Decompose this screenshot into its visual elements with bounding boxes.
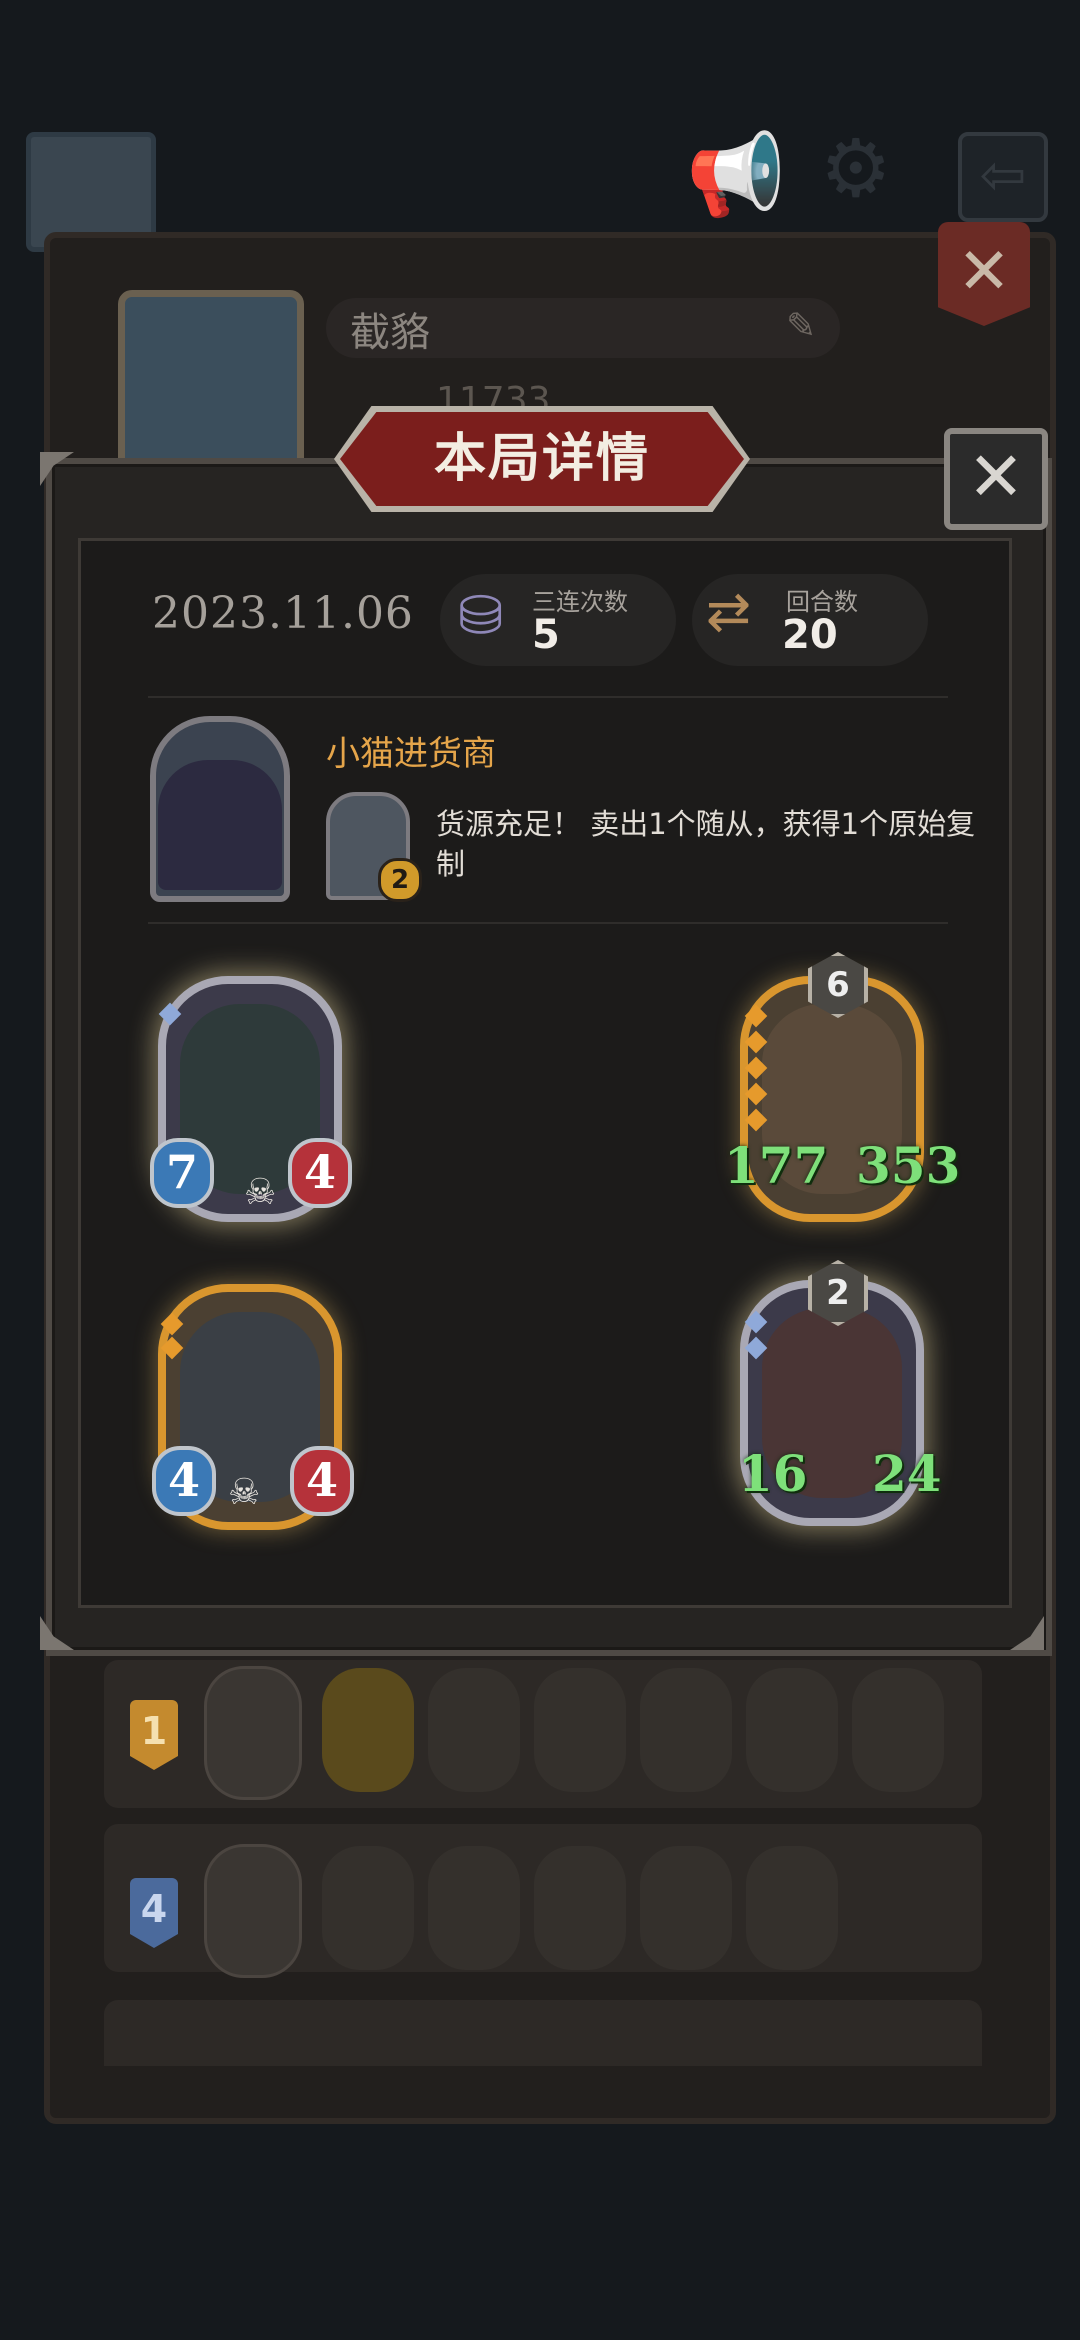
- minion-health: 4: [288, 1138, 352, 1208]
- turns-icon: ⇄: [706, 580, 752, 643]
- minion-thumb: [746, 1668, 838, 1792]
- minion-thumb: [852, 1668, 944, 1792]
- triple-icon: ⛁: [458, 584, 504, 647]
- close-profile-icon: ✕: [938, 222, 1030, 326]
- minion-health: 4: [290, 1446, 354, 1516]
- gear-icon: ⚙: [820, 122, 892, 215]
- skull-icon: ☠: [228, 1472, 261, 1513]
- triples-value: 5: [532, 612, 560, 658]
- turns-value: 20: [782, 612, 838, 658]
- hero-power-cost: 2: [378, 858, 422, 902]
- minion-thumb: [534, 1846, 626, 1970]
- divider: [148, 696, 948, 698]
- minion-thumb: [322, 1846, 414, 1970]
- minion-attack: 7: [150, 1138, 214, 1208]
- hero-portrait: [204, 1844, 302, 1978]
- skull-icon: ☠: [244, 1172, 277, 1213]
- minion-thumb: [322, 1668, 414, 1792]
- hero-portrait: [204, 1666, 302, 1800]
- minion-thumb: [534, 1668, 626, 1792]
- minion-thumb: [746, 1846, 838, 1970]
- minion-attack: 4: [152, 1446, 216, 1516]
- minion-thumb: [428, 1668, 520, 1792]
- minion-thumb: [640, 1846, 732, 1970]
- edit-name-icon: ✎: [786, 306, 817, 347]
- exit-arrow-icon: ⇦: [958, 132, 1048, 222]
- close-icon: ✕: [967, 438, 1025, 517]
- minion-health: 353: [856, 1136, 961, 1195]
- rank-badge: 1: [130, 1700, 178, 1770]
- divider: [148, 922, 948, 924]
- minion-health: 24: [872, 1444, 942, 1503]
- rank-badge: 4: [130, 1878, 178, 1948]
- minion-thumb: [640, 1668, 732, 1792]
- hero-name: 小猫进货商: [326, 734, 496, 774]
- minion-thumb: [428, 1846, 520, 1970]
- megaphone-icon: 📢: [686, 128, 786, 221]
- minion-attack: 177: [724, 1136, 829, 1195]
- close-button[interactable]: ✕: [944, 428, 1048, 530]
- hero-power-description: 货源充足！ 卖出1个随从，获得1个原始复制: [436, 807, 976, 881]
- match-date: 2023.11.06: [152, 588, 414, 639]
- player-name: 截貉: [350, 310, 430, 356]
- minion-attack: 16: [738, 1444, 808, 1503]
- modal-title: 本局详情: [433, 429, 650, 489]
- player-avatar: [118, 290, 304, 476]
- match-row: [104, 2000, 982, 2066]
- hero-portrait: [158, 760, 282, 890]
